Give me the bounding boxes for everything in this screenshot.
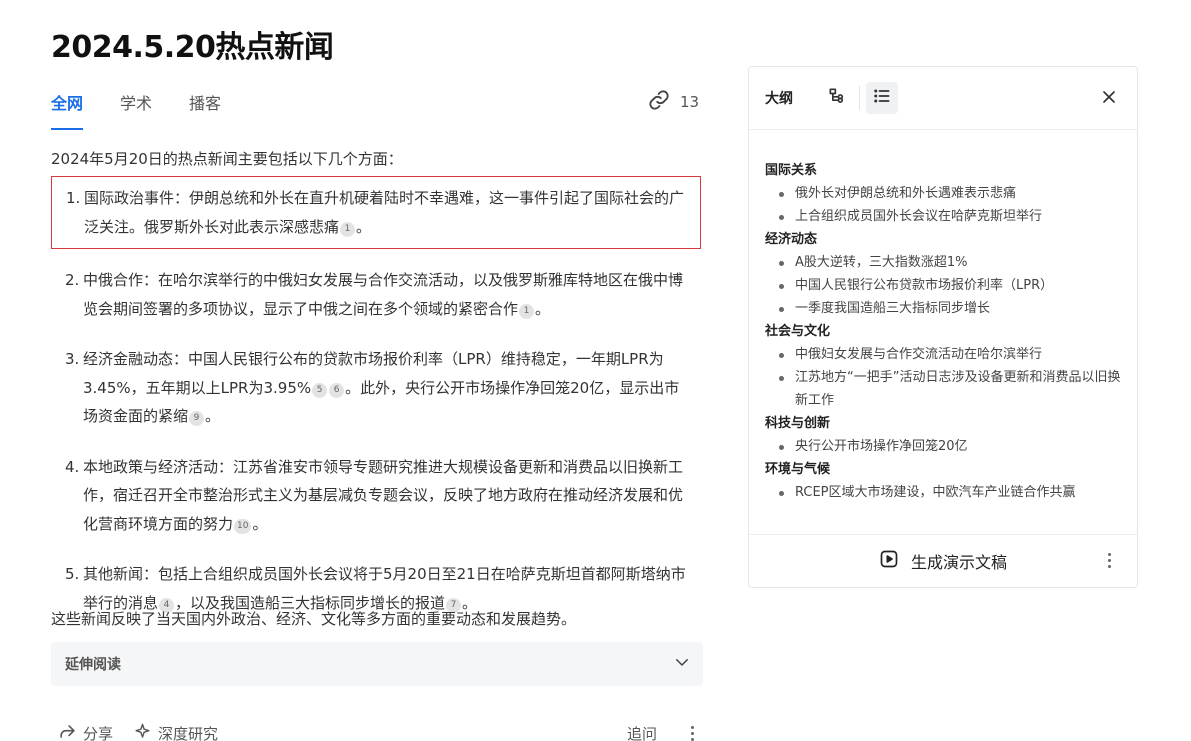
bullet-icon bbox=[779, 182, 795, 205]
item-tail: 。 bbox=[535, 299, 551, 318]
mindmap-icon bbox=[827, 86, 847, 110]
tab-podcast[interactable]: 播客 bbox=[189, 90, 221, 130]
bullet-icon bbox=[779, 435, 795, 458]
chevron-down-icon bbox=[673, 653, 691, 675]
link-icon bbox=[648, 89, 670, 115]
tab-all[interactable]: 全网 bbox=[51, 90, 84, 130]
item-text: 中俄合作：在哈尔滨举行的中俄妇女发展与合作交流活动，以及俄罗斯雅库特地区在俄中博… bbox=[83, 271, 684, 318]
outline-item-label: 央行公开市场操作净回笼20亿 bbox=[795, 439, 968, 454]
outline-list: 国际关系 俄外长对伊朗总统和外长遇难表示悲痛 上合组织成员国外长会议在哈萨克斯坦… bbox=[765, 159, 1125, 504]
bullet-icon bbox=[779, 481, 795, 504]
bullet-icon bbox=[779, 366, 795, 412]
source-tabs: 全网 学术 播客 bbox=[51, 90, 258, 130]
outline-item[interactable]: RCEP区域大市场建设，中欧汽车产业链合作共赢 bbox=[765, 481, 1125, 504]
news-list: 1. 国际政治事件：伊朗总统和外长在直升机硬着陆时不幸遇难，这一事件引起了国际社… bbox=[51, 176, 701, 634]
tab-academic[interactable]: 学术 bbox=[120, 90, 152, 130]
outline-item-label: 江苏地方“一把手”活动日志涉及设备更新和消费品以旧换新工作 bbox=[795, 370, 1121, 408]
panel-title: 大纲 bbox=[765, 91, 793, 107]
follow-up-button[interactable]: 追问 bbox=[627, 723, 657, 741]
outline-section-title[interactable]: 经济动态 bbox=[765, 228, 1125, 251]
share-button[interactable]: 分享 bbox=[58, 722, 113, 741]
source-links-button[interactable]: 13 bbox=[648, 89, 699, 115]
outline-section-title[interactable]: 国际关系 bbox=[765, 159, 1125, 182]
citation-badge[interactable]: 5 bbox=[312, 382, 328, 398]
list-item: 4. 本地政策与经济活动：江苏省淮安市领导专题研究推进大规模设备更新和消费品以旧… bbox=[51, 448, 701, 544]
outline-item-label: 俄外长对伊朗总统和外长遇难表示悲痛 bbox=[795, 186, 1017, 201]
generate-presentation-button[interactable]: 生成演示文稿 bbox=[879, 549, 1007, 573]
outline-item[interactable]: 中俄妇女发展与合作交流活动在哈尔滨举行 bbox=[765, 343, 1125, 366]
share-label: 分享 bbox=[83, 725, 114, 741]
outline-item-label: 上合组织成员国外长会议在哈萨克斯坦举行 bbox=[795, 209, 1043, 224]
item-text: 本地政策与经济活动：江苏省淮安市领导专题研究推进大规模设备更新和消费品以旧换新工… bbox=[83, 457, 684, 533]
citation-badge[interactable]: 1 bbox=[340, 221, 356, 237]
bullet-icon bbox=[779, 251, 795, 274]
item-number: 1. bbox=[66, 189, 81, 207]
outline-item-label: 中国人民银行公布贷款市场报价利率（LPR） bbox=[795, 278, 1054, 293]
presentation-play-icon bbox=[879, 549, 899, 573]
bullet-icon bbox=[779, 343, 795, 366]
list-icon bbox=[872, 86, 892, 110]
outline-panel: 大纲 国际关系 俄外长对伊朗总统和外长遇难表示悲痛 上合组织成员国外长会议在哈萨… bbox=[748, 66, 1138, 588]
generate-presentation-label: 生成演示文稿 bbox=[910, 553, 1007, 572]
more-options-icon[interactable] bbox=[1108, 553, 1111, 568]
outline-item[interactable]: 一季度我国造船三大指标同步增长 bbox=[765, 297, 1125, 320]
outline-section-title[interactable]: 社会与文化 bbox=[765, 320, 1125, 343]
deep-research-button[interactable]: 深度研究 bbox=[133, 722, 218, 741]
citation-badge[interactable]: 1 bbox=[519, 303, 535, 319]
outline-section-title[interactable]: 环境与气候 bbox=[765, 458, 1125, 481]
list-view-button[interactable] bbox=[866, 82, 898, 114]
share-icon bbox=[58, 722, 77, 741]
outline-item-label: 一季度我国造船三大指标同步增长 bbox=[795, 301, 991, 316]
outline-item-label: RCEP区域大市场建设，中欧汽车产业链合作共赢 bbox=[795, 485, 1076, 500]
answer-intro: 2024年5月20日的热点新闻主要包括以下几个方面： bbox=[51, 150, 403, 168]
more-options-icon[interactable] bbox=[687, 726, 698, 741]
citation-badge[interactable]: 9 bbox=[189, 411, 205, 426]
links-count: 13 bbox=[680, 93, 700, 111]
page-title: 2024.5.20热点新闻 bbox=[51, 30, 334, 65]
outline-item-label: 中俄妇女发展与合作交流活动在哈尔滨举行 bbox=[795, 347, 1043, 362]
list-item: 2. 中俄合作：在哈尔滨举行的中俄妇女发展与合作交流活动，以及俄罗斯雅库特地区在… bbox=[51, 261, 701, 328]
item-tail: 。 bbox=[252, 514, 268, 533]
outline-section-title[interactable]: 科技与创新 bbox=[765, 412, 1125, 435]
bullet-icon bbox=[779, 297, 795, 320]
answer-actions: 分享 深度研究 追问 bbox=[58, 722, 698, 741]
extended-reading-toggle[interactable]: 延伸阅读 bbox=[51, 642, 703, 686]
outline-item[interactable]: 江苏地方“一把手”活动日志涉及设备更新和消费品以旧换新工作 bbox=[765, 366, 1125, 412]
answer-summary: 这些新闻反映了当天国内外政治、经济、文化等多方面的重要动态和发展趋势。 bbox=[51, 610, 577, 628]
item-tail: 。 bbox=[205, 407, 221, 425]
extended-reading-label: 延伸阅读 bbox=[65, 657, 121, 673]
list-item: 1. 国际政治事件：伊朗总统和外长在直升机硬着陆时不幸遇难，这一事件引起了国际社… bbox=[51, 176, 701, 249]
panel-header: 大纲 bbox=[749, 67, 1137, 130]
item-text: 国际政治事件：伊朗总统和外长在直升机硬着陆时不幸遇难，这一事件引起了国际社会的广… bbox=[84, 189, 685, 236]
sparkle-icon bbox=[133, 722, 152, 741]
citation-badge[interactable]: 6 bbox=[329, 382, 345, 398]
outline-item[interactable]: 中国人民银行公布贷款市场报价利率（LPR） bbox=[765, 274, 1125, 297]
panel-footer: 生成演示文稿 bbox=[749, 534, 1137, 587]
divider bbox=[859, 86, 860, 110]
bullet-icon bbox=[779, 274, 795, 297]
close-button[interactable] bbox=[1099, 87, 1119, 111]
outline-item[interactable]: 上合组织成员国外长会议在哈萨克斯坦举行 bbox=[765, 205, 1125, 228]
citation-badge[interactable]: 10 bbox=[234, 518, 252, 534]
mindmap-view-button[interactable] bbox=[821, 82, 853, 114]
item-number: 3. bbox=[65, 350, 80, 368]
item-tail: 。 bbox=[356, 217, 372, 236]
item-number: 4. bbox=[65, 457, 80, 476]
bullet-icon bbox=[779, 205, 795, 228]
outline-item-label: A股大逆转，三大指数涨超1% bbox=[795, 255, 968, 270]
list-item: 3. 经济金融动态：中国人民银行公布的贷款市场报价利率（LPR）维持稳定，一年期… bbox=[51, 340, 701, 436]
item-number: 2. bbox=[65, 271, 80, 289]
deep-research-label: 深度研究 bbox=[158, 725, 219, 741]
outline-item[interactable]: A股大逆转，三大指数涨超1% bbox=[765, 251, 1125, 274]
outline-item[interactable]: 俄外长对伊朗总统和外长遇难表示悲痛 bbox=[765, 182, 1125, 205]
close-icon bbox=[1099, 91, 1119, 111]
outline-item[interactable]: 央行公开市场操作净回笼20亿 bbox=[765, 435, 1125, 458]
